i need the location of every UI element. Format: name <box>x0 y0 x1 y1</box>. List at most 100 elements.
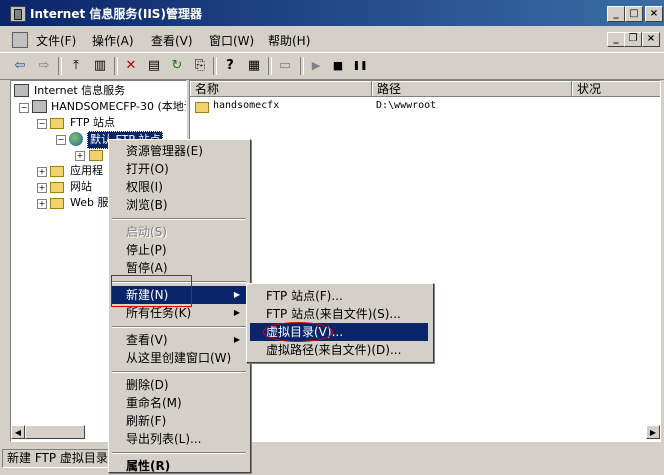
row-name: handsomecfx <box>213 100 280 111</box>
list-row[interactable]: handsomecfx D:\wwwroot <box>190 99 660 115</box>
menu-action[interactable]: 操作(A) <box>92 32 134 49</box>
pause-icon[interactable]: ❚❚ <box>350 56 370 76</box>
collapse-icon[interactable]: − <box>56 135 66 145</box>
menu-item-refresh[interactable]: 刷新(F) <box>112 412 246 430</box>
result-list[interactable]: 名称 路径 状况 handsomecfx D:\wwwroot ▶ <box>189 80 661 442</box>
menu-window[interactable]: 窗口(W) <box>209 32 254 49</box>
server-icon <box>32 100 47 113</box>
close-button[interactable]: × <box>645 6 663 22</box>
menu-item-new-window[interactable]: 从这里创建窗口(W) <box>112 349 246 367</box>
menu-item-properties[interactable]: 属性(R) <box>112 457 246 475</box>
menu-separator <box>112 326 246 328</box>
window-title: Internet 信息服务(IIS)管理器 <box>30 7 202 21</box>
new-submenu: FTP 站点(F)... FTP 站点(来自文件)(S)... 虚拟目录(V).… <box>246 283 434 363</box>
scroll-left-button[interactable]: ◀ <box>11 425 25 439</box>
menu-item-permissions[interactable]: 权限(I) <box>112 178 246 196</box>
mdi-close-button[interactable]: × <box>642 32 660 47</box>
menu-item-view-label: 查看(V) <box>126 333 168 347</box>
tree-label: Internet 信息服务 <box>34 84 126 97</box>
submenu-item-virtual-path-from-file[interactable]: 虚拟路径(来自文件)(D)... <box>250 341 428 359</box>
tree-label: 应用程 <box>70 164 103 177</box>
collapse-icon[interactable]: − <box>19 103 29 113</box>
properties-icon[interactable]: ▤ <box>144 56 164 76</box>
submenu-item-ftp-site-from-file[interactable]: FTP 站点(来自文件)(S)... <box>250 305 428 323</box>
status-text: 新建 FTP 虚拟目录 <box>2 449 118 468</box>
menu-item-export-list[interactable]: 导出列表(L)... <box>112 430 246 448</box>
menu-view[interactable]: 查看(V) <box>151 32 193 49</box>
menu-separator <box>112 371 246 373</box>
expand-icon[interactable]: + <box>75 151 85 161</box>
column-header-path[interactable]: 路径 <box>372 81 572 97</box>
context-menu: 资源管理器(E) 打开(O) 权限(I) 浏览(B) 启动(S) 停止(P) 暂… <box>108 139 251 473</box>
tree-label: HANDSOMECFP-30 (本地计算 <box>51 100 186 113</box>
expand-icon[interactable]: + <box>37 199 47 209</box>
tree-label: Web 服 <box>70 196 109 209</box>
title-bar: Internet 信息服务(IIS)管理器 _ □ × <box>0 0 664 26</box>
menu-item-all-tasks[interactable]: 所有任务(K) ▶ <box>112 304 246 322</box>
folder-icon <box>89 150 103 161</box>
tree-label: 网站 <box>70 180 92 193</box>
mdi-minimize-button[interactable]: _ <box>607 32 625 47</box>
toolbar-separator <box>268 57 272 75</box>
minimize-button[interactable]: _ <box>607 6 625 22</box>
column-header-status[interactable]: 状况 <box>572 81 660 97</box>
stop-icon[interactable]: ■ <box>328 56 348 76</box>
mmc-document-icon[interactable] <box>12 32 28 48</box>
annotation-ellipse <box>263 322 333 342</box>
menu-item-all-tasks-label: 所有任务(K) <box>126 306 192 320</box>
menu-help[interactable]: 帮助(H) <box>268 32 310 49</box>
menu-item-stop[interactable]: 停止(P) <box>112 241 246 259</box>
row-path: D:\wwwroot <box>376 100 437 111</box>
menu-item-delete[interactable]: 删除(D) <box>112 376 246 394</box>
menu-item-browse[interactable]: 浏览(B) <box>112 196 246 214</box>
menu-item-rename[interactable]: 重命名(M) <box>112 394 246 412</box>
delete-icon[interactable]: ✕ <box>121 56 141 76</box>
ftp-site-globe-icon <box>69 132 83 146</box>
expand-icon[interactable]: + <box>37 167 47 177</box>
status-bar: 新建 FTP 虚拟目录 <box>0 446 664 471</box>
menu-bar: 文件(F) 操作(A) 查看(V) 窗口(W) 帮助(H) _ ❐ × <box>0 28 664 50</box>
virtual-dir-folder-icon <box>195 102 209 113</box>
folder-icon <box>50 166 64 177</box>
submenu-arrow-icon: ▶ <box>233 308 240 317</box>
toolbar-separator <box>300 57 304 75</box>
menu-item-explore[interactable]: 资源管理器(E) <box>112 142 246 160</box>
maximize-button[interactable]: □ <box>625 6 643 22</box>
submenu-arrow-icon: ▶ <box>233 290 240 299</box>
menu-file[interactable]: 文件(F) <box>36 32 76 49</box>
folder-icon <box>50 182 64 193</box>
back-arrow-icon[interactable]: ⇦ <box>10 56 30 76</box>
show-tree-icon[interactable]: ▥ <box>90 56 110 76</box>
folder-icon <box>50 118 64 129</box>
computer-icon[interactable]: ▭ <box>275 56 295 76</box>
help-icon[interactable]: ? <box>220 56 240 76</box>
export-list-icon[interactable]: ⎘ <box>190 56 210 76</box>
column-header-name[interactable]: 名称 <box>190 81 372 97</box>
iis-root-icon <box>14 84 29 97</box>
annotation-box <box>111 275 192 307</box>
toolbar-separator <box>114 57 118 75</box>
toolbar: ⇦ ⇨ ⤒ ▥ ✕ ▤ ↻ ⎘ ? ▦ ▭ ▶ ■ ❚❚ <box>0 52 664 80</box>
menu-item-view[interactable]: 查看(V) ▶ <box>112 331 246 349</box>
toolbar-separator <box>58 57 62 75</box>
mdi-restore-button[interactable]: ❐ <box>624 32 642 47</box>
scroll-thumb[interactable] <box>25 425 85 439</box>
collapse-icon[interactable]: − <box>37 119 47 129</box>
menu-separator <box>112 218 246 220</box>
action-pane-icon[interactable]: ▦ <box>244 56 264 76</box>
menu-item-open[interactable]: 打开(O) <box>112 160 246 178</box>
tree-label: FTP 站点 <box>70 116 115 129</box>
toolbar-separator <box>213 57 217 75</box>
forward-arrow-icon[interactable]: ⇨ <box>34 56 54 76</box>
submenu-arrow-icon: ▶ <box>233 335 240 344</box>
menu-separator <box>112 452 246 454</box>
refresh-icon[interactable]: ↻ <box>167 56 187 76</box>
submenu-item-ftp-site[interactable]: FTP 站点(F)... <box>250 287 428 305</box>
folder-icon <box>50 198 64 209</box>
start-icon[interactable]: ▶ <box>306 56 326 76</box>
menu-item-start: 启动(S) <box>126 225 167 239</box>
iis-app-icon <box>10 6 26 22</box>
up-folder-icon[interactable]: ⤒ <box>66 56 86 76</box>
scroll-right-button[interactable]: ▶ <box>646 425 660 439</box>
expand-icon[interactable]: + <box>37 183 47 193</box>
